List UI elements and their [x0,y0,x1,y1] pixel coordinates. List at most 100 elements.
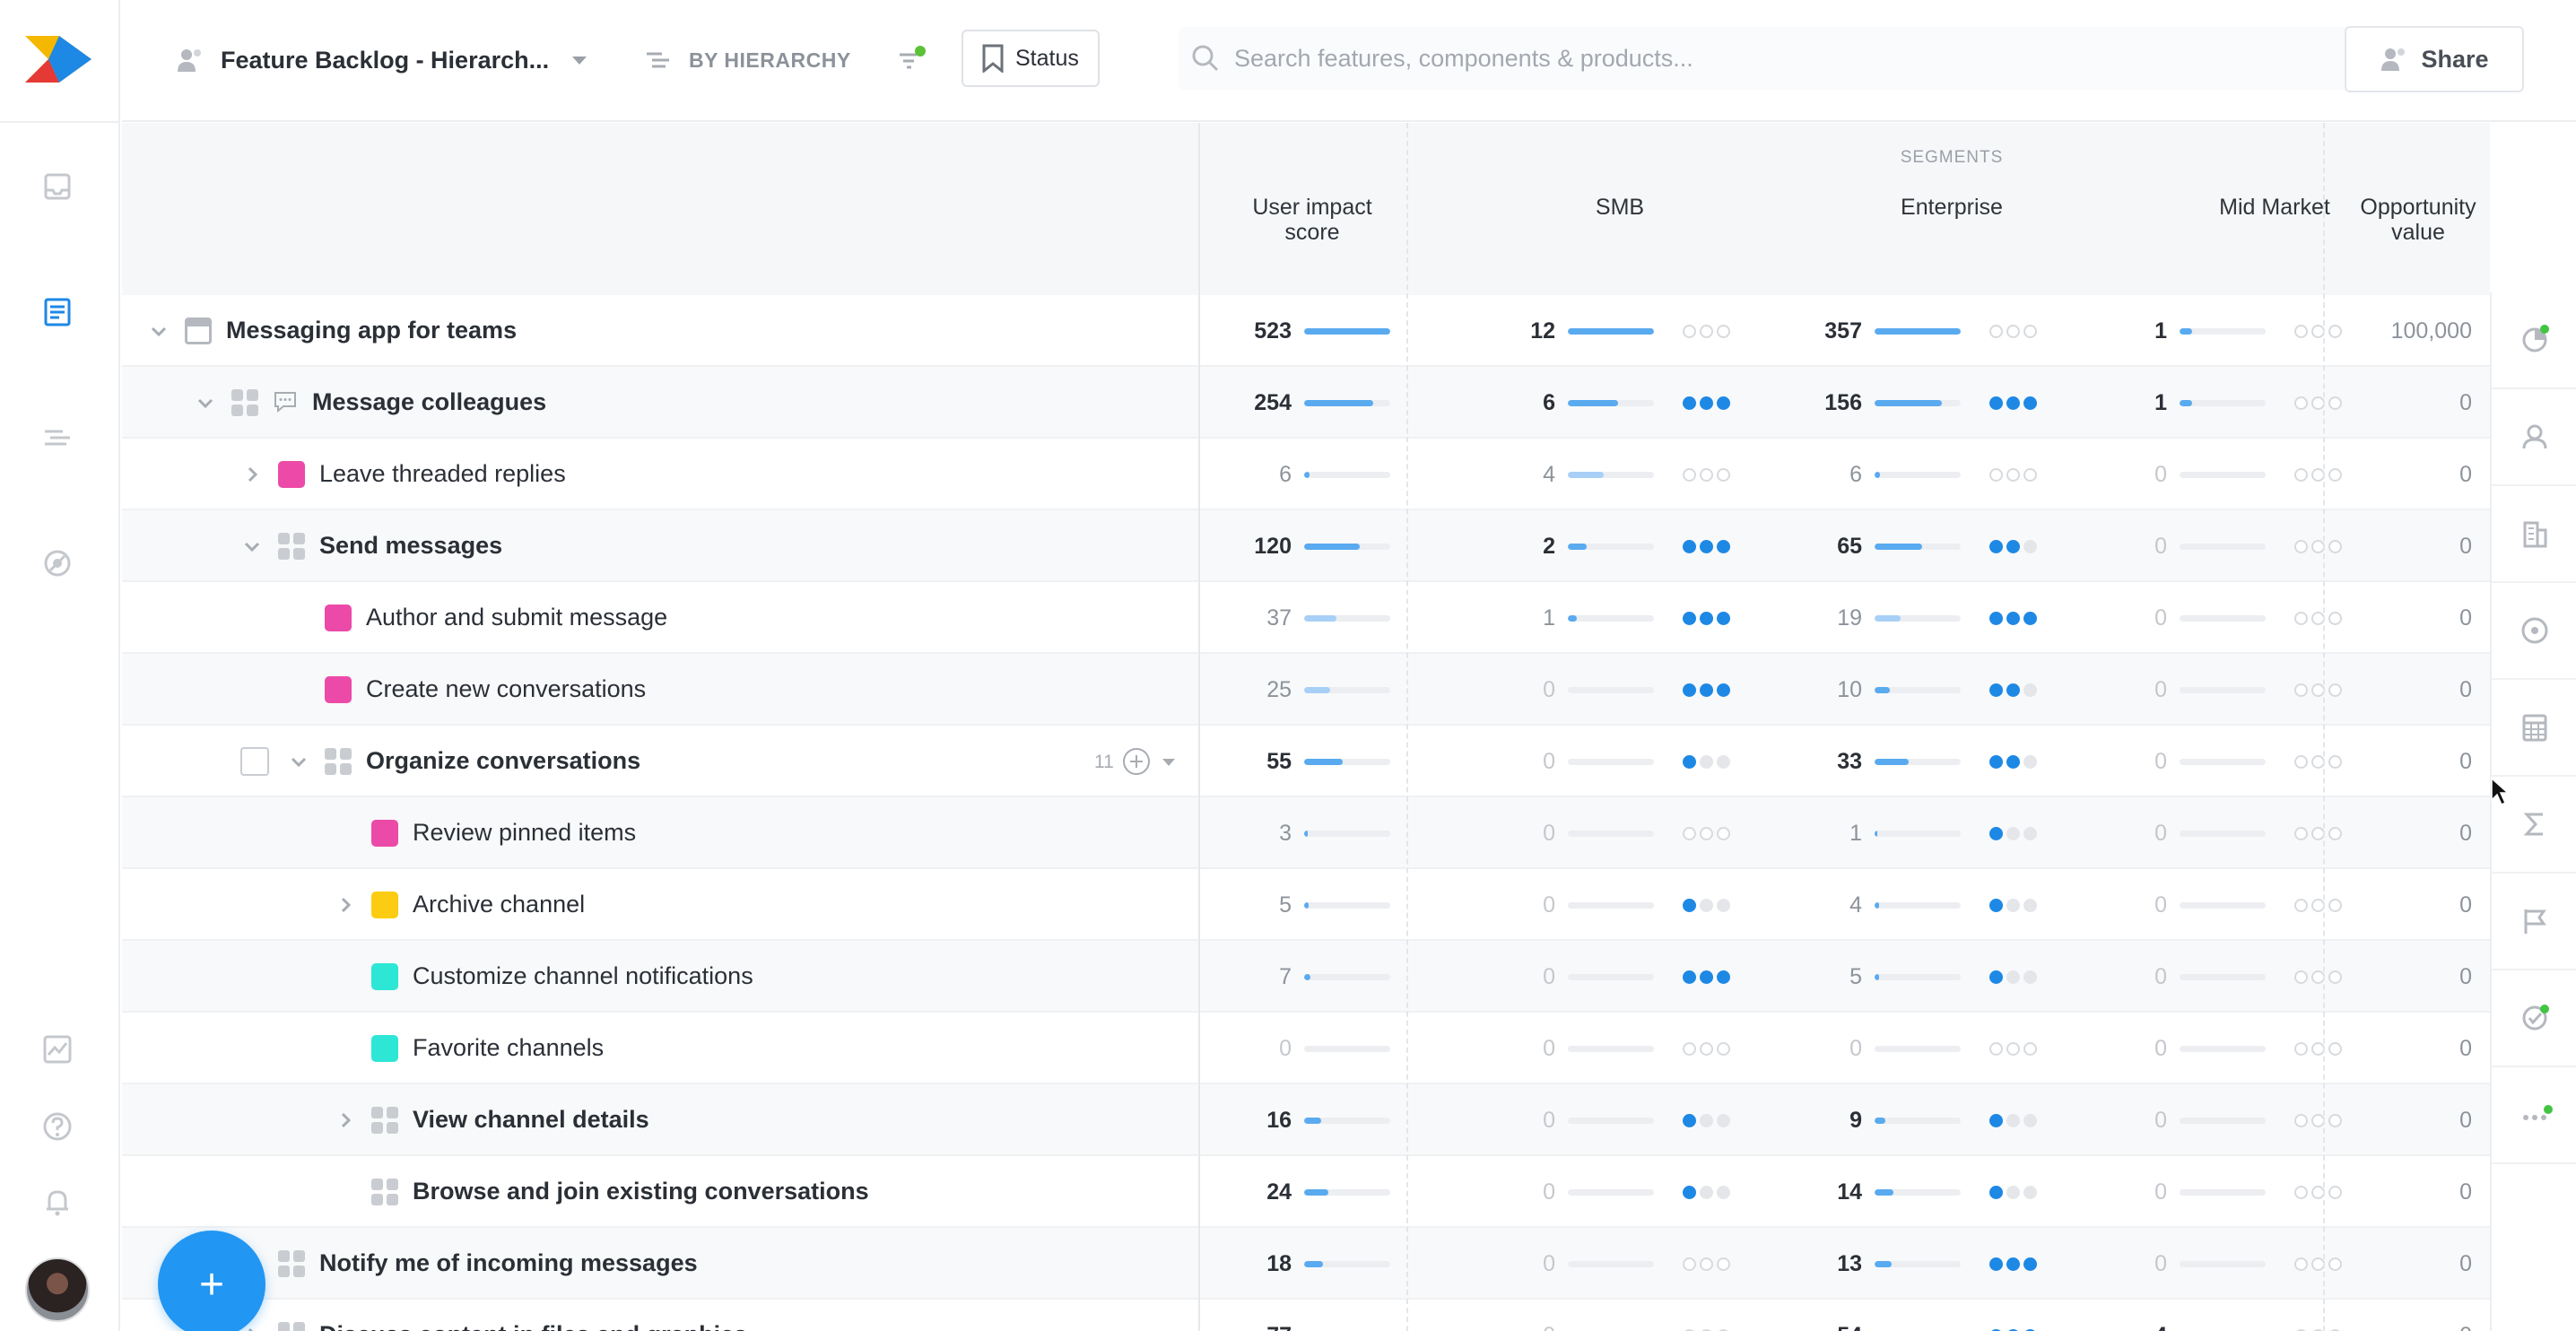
table-row[interactable]: Favorite channels 0 0 0 0 0 [122,1013,2490,1084]
share-button[interactable]: Share [2345,26,2524,92]
portal-icon[interactable] [38,544,77,583]
chevron-down-icon[interactable] [289,752,309,771]
chevron-right-icon[interactable] [242,465,262,484]
ent-cell[interactable]: 5 [1805,941,2037,1013]
ent-rating-dots[interactable] [1989,467,2037,482]
row-name[interactable]: Message colleagues [312,388,546,416]
ent-cell[interactable]: 4 [1805,869,2037,941]
smb-cell[interactable]: 4 [1498,439,1730,510]
smb-rating-dots[interactable] [1683,467,1730,482]
rp-flag[interactable] [2492,874,2576,970]
table-row[interactable]: Message colleagues 254 6 156 1 0 [122,367,2490,439]
table-row[interactable]: Discuss content in files and graphics 77 0… [122,1300,2490,1331]
ent-cell[interactable]: 65 [1805,510,2037,582]
ent-rating-dots[interactable] [1989,396,2037,410]
smb-cell[interactable]: 0 [1498,1084,1730,1156]
mid-cell[interactable]: 1 [2110,295,2342,367]
table-row[interactable]: Notify me of incoming messages 18 0 13 0 0 [122,1228,2490,1300]
impact-cell[interactable]: 120 [1234,510,1390,582]
smb-rating-dots[interactable] [1683,324,1730,338]
status-button[interactable]: Status [962,30,1100,87]
features-board-icon[interactable] [38,292,77,332]
inbox-icon[interactable] [38,167,77,206]
row-checkbox[interactable] [240,747,269,776]
impact-cell[interactable]: 3 [1234,797,1390,869]
row-name[interactable]: Customize channel notifications [413,962,753,990]
table-row[interactable]: Author and submit message 37 1 19 0 0 [122,582,2490,654]
rp-person[interactable] [2492,389,2576,486]
mid-cell[interactable]: 0 [2110,1156,2342,1228]
add-item-fab[interactable]: + [158,1231,265,1331]
rp-check[interactable] [2492,970,2576,1067]
ent-cell[interactable]: 33 [1805,726,2037,797]
ent-rating-dots[interactable] [1989,898,2037,912]
smb-rating-dots[interactable] [1683,1113,1730,1127]
impact-cell[interactable]: 37 [1234,582,1390,654]
table-row[interactable]: Browse and join existing conversations 24… [122,1156,2490,1228]
row-name[interactable]: View channel details [413,1106,649,1134]
ent-rating-dots[interactable] [1989,1113,2037,1127]
smb-rating-dots[interactable] [1683,970,1730,984]
analytics-icon[interactable] [38,1030,77,1069]
row-name[interactable]: Notify me of incoming messages [319,1249,698,1277]
ent-cell[interactable]: 9 [1805,1084,2037,1156]
row-name[interactable]: Send messages [319,532,502,560]
smb-rating-dots[interactable] [1683,683,1730,697]
ent-cell[interactable]: 156 [1805,367,2037,439]
table-row[interactable]: Organize conversations 11 55 0 33 0 0 [122,726,2490,797]
mid-cell[interactable]: 0 [2110,654,2342,726]
board-title[interactable]: Feature Backlog - Hierarch... [221,47,549,74]
mid-cell[interactable]: 4 [2110,1300,2342,1331]
mid-cell[interactable]: 0 [2110,1013,2342,1084]
chevron-down-icon[interactable] [149,321,169,341]
smb-rating-dots[interactable] [1683,898,1730,912]
impact-cell[interactable]: 25 [1234,654,1390,726]
ent-rating-dots[interactable] [1989,1185,2037,1199]
impact-cell[interactable]: 24 [1234,1156,1390,1228]
app-logo[interactable] [25,36,91,83]
smb-cell[interactable]: 0 [1498,869,1730,941]
impact-cell[interactable]: 523 [1234,295,1390,367]
filter-button[interactable] [897,0,927,120]
ent-cell[interactable]: 14 [1805,1156,2037,1228]
table-row[interactable]: Messaging app for teams 523 12 357 1 100,000 [122,295,2490,367]
ent-cell[interactable]: 0 [1805,1013,2037,1084]
ent-cell[interactable]: 6 [1805,439,2037,510]
ent-cell[interactable]: 54 [1805,1300,2037,1331]
ent-rating-dots[interactable] [1989,1041,2037,1056]
ent-cell[interactable]: 1 [1805,797,2037,869]
table-row[interactable]: View channel details 16 0 9 0 0 [122,1084,2490,1156]
mid-cell[interactable]: 0 [2110,1084,2342,1156]
impact-cell[interactable]: 254 [1234,367,1390,439]
column-header-enterprise[interactable]: Enterprise [1844,195,2059,220]
impact-cell[interactable]: 16 [1234,1084,1390,1156]
impact-cell[interactable]: 0 [1234,1013,1390,1084]
smb-cell[interactable]: 0 [1498,797,1730,869]
impact-cell[interactable]: 77 [1234,1300,1390,1331]
mid-cell[interactable]: 0 [2110,1228,2342,1300]
mid-cell[interactable]: 0 [2110,941,2342,1013]
ent-cell[interactable]: 357 [1805,295,2037,367]
mid-cell[interactable]: 0 [2110,582,2342,654]
smb-cell[interactable]: 6 [1498,367,1730,439]
smb-cell[interactable]: 0 [1498,1156,1730,1228]
table-row[interactable]: Leave threaded replies 6 4 6 0 0 [122,439,2490,510]
mid-cell[interactable]: 0 [2110,726,2342,797]
row-name[interactable]: Leave threaded replies [319,460,566,488]
table-row[interactable]: Create new conversations 25 0 10 0 0 [122,654,2490,726]
chevron-down-icon[interactable] [196,393,215,413]
ent-rating-dots[interactable] [1989,611,2037,625]
row-name[interactable]: Organize conversations [366,747,640,775]
table-row[interactable]: Archive channel 5 0 4 0 0 [122,869,2490,941]
impact-cell[interactable]: 6 [1234,439,1390,510]
smb-rating-dots[interactable] [1683,539,1730,553]
column-header-user-impact[interactable]: User impact score [1218,195,1406,245]
ent-cell[interactable]: 13 [1805,1228,2037,1300]
column-header-opportunity-value[interactable]: Opportunity value [2337,195,2490,245]
chevron-right-icon[interactable] [335,1110,355,1130]
rp-progress[interactable] [2492,292,2576,389]
notifications-bell-icon[interactable] [38,1182,77,1222]
smb-rating-dots[interactable] [1683,754,1730,769]
row-name[interactable]: Archive channel [413,891,585,918]
table-row[interactable]: Review pinned items 3 0 1 0 0 [122,797,2490,869]
